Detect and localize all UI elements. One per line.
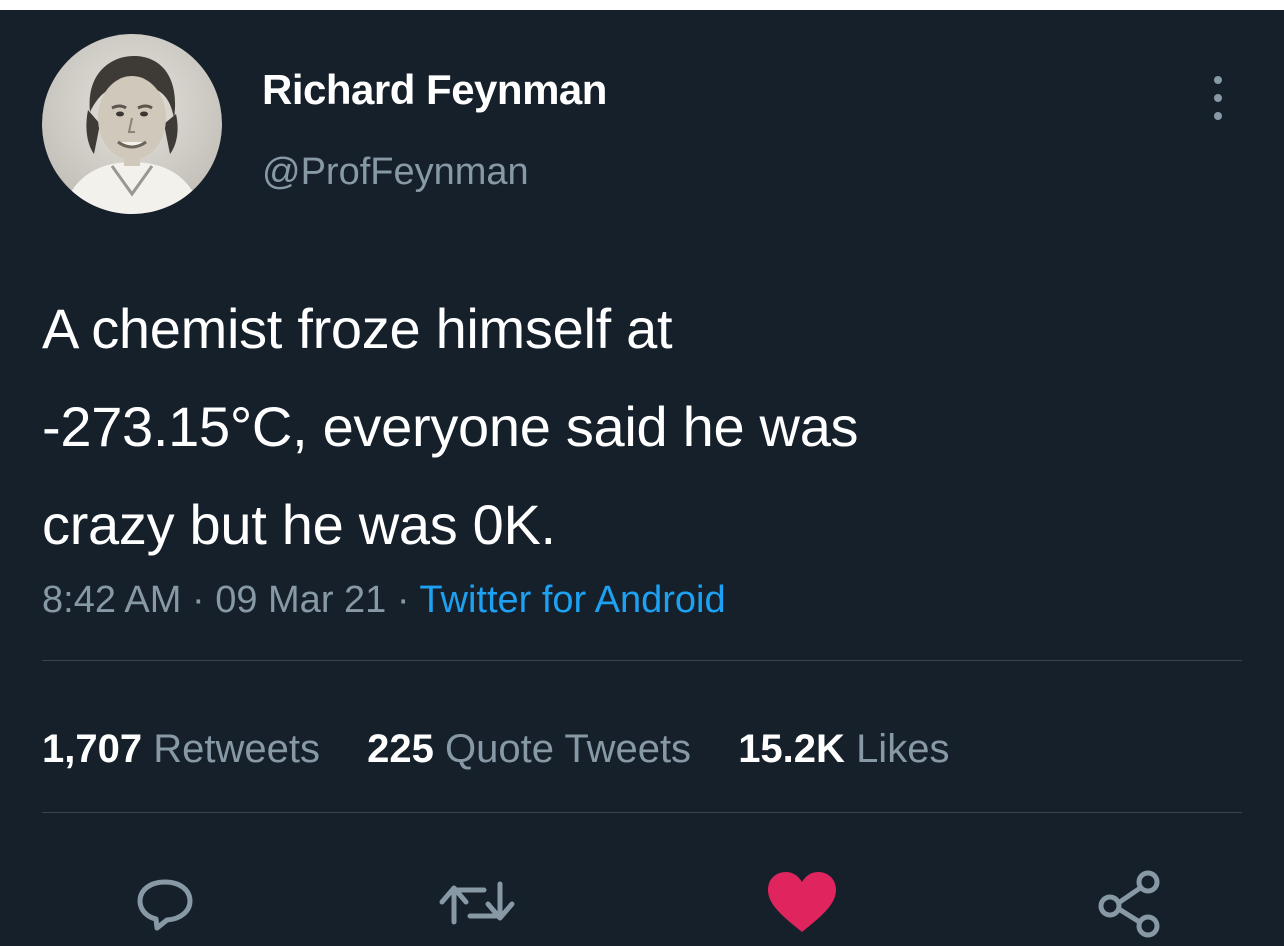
likes-stat[interactable]: 15.2K Likes xyxy=(738,727,949,771)
divider xyxy=(42,812,1242,813)
tweet-text: A chemist froze himself at -273.15°C, ev… xyxy=(42,280,1222,574)
tweet-metadata: 8:42 AM · 09 Mar 21 · Twitter for Androi… xyxy=(42,576,726,624)
tweet-source-link[interactable]: Twitter for Android xyxy=(419,579,725,621)
reply-button[interactable] xyxy=(130,868,200,938)
tweet-text-line: crazy but he was 0K. xyxy=(42,493,556,556)
likes-count: 15.2K xyxy=(738,727,845,771)
avatar[interactable] xyxy=(42,34,222,214)
share-icon xyxy=(1098,870,1160,938)
retweets-label: Retweets xyxy=(153,727,320,771)
meta-separator: · xyxy=(181,579,216,621)
engagement-stats: 1,707 Retweets 225 Quote Tweets 15.2K Li… xyxy=(42,724,985,774)
tweet-view: Richard Feynman @ProfFeynman A chemist f… xyxy=(0,10,1284,946)
quote-tweets-label: Quote Tweets xyxy=(444,727,692,771)
like-button[interactable] xyxy=(764,868,840,938)
avatar-portrait-image xyxy=(42,34,222,214)
divider xyxy=(42,660,1242,661)
quote-tweets-count: 225 xyxy=(367,727,434,771)
more-options-button[interactable] xyxy=(1196,68,1240,128)
reply-icon xyxy=(137,879,193,931)
tweet-text-line: -273.15°C, everyone said he was xyxy=(42,395,859,458)
retweet-button[interactable] xyxy=(434,868,515,938)
author-handle[interactable]: @ProfFeynman xyxy=(262,150,529,194)
heart-filled-icon xyxy=(768,872,836,932)
share-button[interactable] xyxy=(1094,868,1164,938)
author-display-name[interactable]: Richard Feynman xyxy=(262,66,607,114)
retweets-count: 1,707 xyxy=(42,727,143,771)
retweets-stat[interactable]: 1,707 Retweets xyxy=(42,727,320,771)
meta-separator: · xyxy=(386,579,420,621)
quote-tweets-stat[interactable]: 225 Quote Tweets xyxy=(367,727,691,771)
tweet-date[interactable]: 09 Mar 21 xyxy=(215,579,386,621)
tweet-time[interactable]: 8:42 AM xyxy=(42,579,181,621)
more-vertical-icon xyxy=(1214,76,1222,120)
retweet-icon xyxy=(439,881,515,925)
likes-label: Likes xyxy=(856,727,950,771)
tweet-text-line: A chemist froze himself at xyxy=(42,297,673,360)
